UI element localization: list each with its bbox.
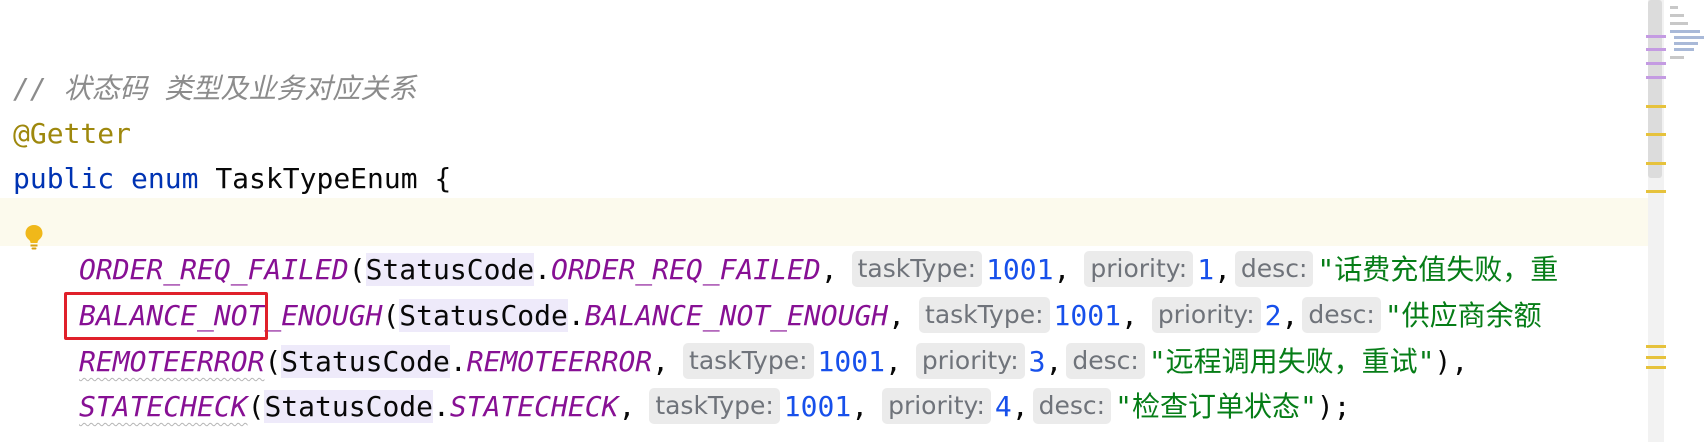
desc-value: "检查订单状态" bbox=[1115, 390, 1317, 423]
enum-constant-name: ORDER_REQ_FAILED bbox=[79, 253, 349, 286]
task-type-value: 1001 bbox=[1053, 299, 1121, 332]
task-type-value: 1001 bbox=[817, 345, 885, 378]
enum-declaration: public enum TaskTypeEnum { bbox=[13, 155, 451, 203]
param-hint-desc: desc: bbox=[1302, 297, 1381, 333]
code-line-comment[interactable]: // 状态码 类型及业务对应关系 bbox=[0, 17, 416, 105]
status-class: StatusCode bbox=[281, 345, 450, 378]
status-class: StatusCode bbox=[399, 299, 568, 332]
enum-constant-name: STATECHECK bbox=[79, 390, 248, 423]
error-stripe-mark[interactable] bbox=[1646, 35, 1666, 38]
desc-value: "供应商余额 bbox=[1384, 299, 1542, 332]
code-line-enum-row[interactable]: STATECHECK(StatusCode.STATECHECK, taskTyp… bbox=[0, 335, 1351, 424]
warning-stripe-mark[interactable] bbox=[1646, 356, 1666, 359]
minimap[interactable] bbox=[1668, 0, 1705, 80]
param-hint-desc: desc: bbox=[1234, 251, 1314, 287]
enum-constant-name: REMOTEERROR bbox=[79, 345, 265, 378]
param-hint-task-type: taskType: bbox=[919, 297, 1050, 333]
code-editor[interactable]: // 状态码 类型及业务对应关系 @Getter public enum Tas… bbox=[0, 0, 1705, 442]
desc-value: "远程调用失败，重试" bbox=[1148, 345, 1435, 378]
param-hint-task-type: taskType: bbox=[683, 343, 814, 379]
warning-stripe-mark[interactable] bbox=[1646, 190, 1666, 193]
keyword-enum: enum bbox=[131, 162, 199, 195]
enum-row-content: REMOTEERROR(StatusCode.REMOTEERROR, taskT… bbox=[79, 343, 1469, 379]
param-hint-priority: priority: bbox=[1084, 251, 1194, 287]
warning-stripe-mark[interactable] bbox=[1646, 366, 1666, 369]
warning-stripe-mark[interactable] bbox=[1646, 105, 1666, 108]
param-hint-priority: priority: bbox=[882, 388, 991, 424]
status-class: StatusCode bbox=[264, 390, 434, 423]
open-brace: { bbox=[417, 162, 452, 195]
warning-stripe-mark[interactable] bbox=[1646, 345, 1666, 348]
status-constant: STATECHECK bbox=[449, 390, 619, 423]
priority-value: 3 bbox=[1028, 345, 1046, 378]
warning-stripe-mark[interactable] bbox=[1646, 162, 1666, 165]
scrollbar-thumb[interactable] bbox=[1648, 0, 1662, 178]
warning-stripe-mark[interactable] bbox=[1646, 133, 1666, 136]
code-line-enum-row[interactable]: ORDER_REQ_FAILED(StatusCode.ORDER_REQ_FA… bbox=[0, 198, 1660, 287]
param-hint-task-type: taskType: bbox=[851, 251, 983, 287]
keyword-public: public bbox=[13, 162, 115, 195]
param-hint-priority: priority: bbox=[1151, 297, 1261, 333]
param-hint-task-type: taskType: bbox=[649, 388, 780, 424]
param-hint-priority: priority: bbox=[915, 343, 1025, 379]
code-line-enum-declaration[interactable]: public enum TaskTypeEnum { bbox=[0, 107, 451, 195]
status-constant: ORDER_REQ_FAILED bbox=[551, 253, 821, 286]
enum-row-content: STATECHECK(StatusCode.STATECHECK, taskTyp… bbox=[79, 388, 1351, 424]
status-constant: BALANCE_NOT_ENOUGH bbox=[584, 299, 889, 332]
priority-value: 2 bbox=[1264, 299, 1282, 332]
enum-row-content: BALANCE_NOT_ENOUGH(StatusCode.BALANCE_NO… bbox=[79, 297, 1542, 333]
code-line-enum-row[interactable]: BALANCE_NOT_ENOUGH(StatusCode.BALANCE_NO… bbox=[0, 244, 1542, 333]
highlight-box bbox=[64, 292, 268, 340]
enum-row-content: ORDER_REQ_FAILED(StatusCode.ORDER_REQ_FA… bbox=[79, 251, 1559, 287]
task-type-value: 1001 bbox=[783, 390, 852, 423]
param-hint-desc: desc: bbox=[1066, 343, 1145, 379]
code-line-enum-row[interactable]: REMOTEERROR(StatusCode.REMOTEERROR, taskT… bbox=[0, 290, 1468, 379]
priority-value: 4 bbox=[994, 390, 1012, 423]
status-class: StatusCode bbox=[365, 253, 535, 286]
class-name: TaskTypeEnum bbox=[215, 162, 418, 195]
task-type-value: 1001 bbox=[986, 253, 1054, 286]
status-constant: REMOTEERROR bbox=[466, 345, 653, 378]
lightbulb-icon[interactable] bbox=[24, 224, 44, 250]
error-stripe-mark[interactable] bbox=[1646, 62, 1666, 65]
error-stripe-mark[interactable] bbox=[1646, 76, 1666, 79]
desc-value: "话费充值失败，重 bbox=[1317, 253, 1559, 286]
error-stripe-mark[interactable] bbox=[1646, 48, 1666, 51]
code-line-annotation[interactable]: @Getter bbox=[0, 62, 131, 150]
param-hint-desc: desc: bbox=[1032, 388, 1112, 424]
priority-value: 1 bbox=[1197, 253, 1215, 286]
comment-text: // 状态码 类型及业务对应关系 bbox=[13, 72, 417, 105]
